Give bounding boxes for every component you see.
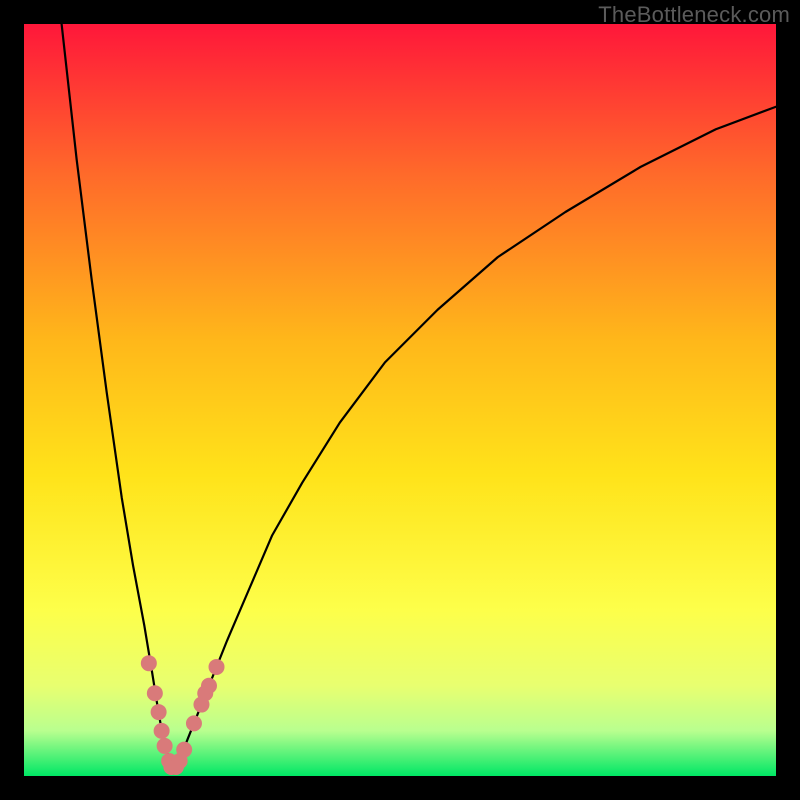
marker-dot xyxy=(157,738,173,754)
chart-background xyxy=(24,24,776,776)
chart-frame: TheBottleneck.com xyxy=(0,0,800,800)
marker-dot xyxy=(151,704,167,720)
marker-dot xyxy=(154,723,170,739)
chart-plot xyxy=(24,24,776,776)
watermark-label: TheBottleneck.com xyxy=(598,2,790,28)
marker-dot xyxy=(186,715,202,731)
marker-dot xyxy=(201,678,217,694)
marker-dot xyxy=(141,655,157,671)
marker-dot xyxy=(147,685,163,701)
marker-dot xyxy=(209,659,225,675)
marker-dot xyxy=(176,742,192,758)
